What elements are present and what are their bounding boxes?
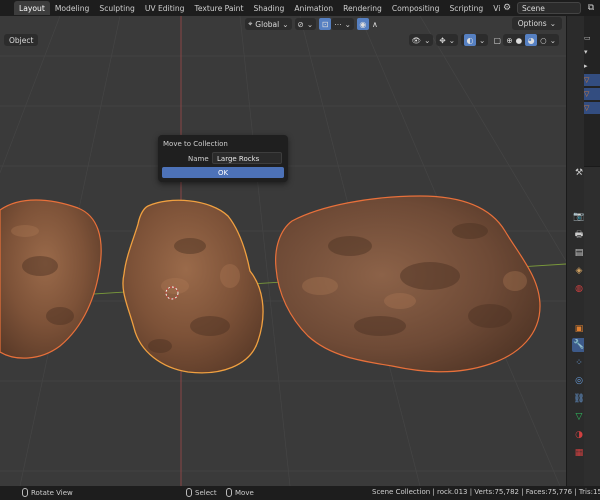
3d-viewport[interactable]: ⌖ Global ⌄ ⊘ ⌄ ⊡ ⋯ ⌄ ◉ ∧ Options ⌄ Objec… bbox=[0, 16, 566, 486]
tab-compositing[interactable]: Compositing bbox=[387, 1, 445, 15]
copy-icon[interactable]: ⧉ bbox=[584, 2, 598, 14]
chevron-down-icon: ⌄ bbox=[282, 19, 289, 29]
transform-orientation-dropdown[interactable]: ⌖ Global ⌄ bbox=[245, 18, 292, 30]
properties-panel bbox=[584, 166, 600, 486]
rendered-shading-icon[interactable]: ○ bbox=[540, 36, 547, 45]
tool-settings-bar: ⌖ Global ⌄ ⊘ ⌄ ⊡ ⋯ ⌄ ◉ ∧ bbox=[0, 16, 566, 32]
outliner-row[interactable]: ▾ bbox=[584, 46, 600, 58]
chevron-down-icon: ⌄ bbox=[549, 19, 556, 28]
rock-left[interactable] bbox=[0, 199, 102, 359]
proportional-edit-toggle[interactable]: ◉ bbox=[356, 18, 369, 30]
xray-toggle[interactable]: ▢ bbox=[491, 34, 503, 46]
tab-scripting[interactable]: Scripting bbox=[444, 1, 488, 15]
scene-statistics: Scene Collection | rock.013 | Verts:75,7… bbox=[372, 488, 600, 496]
scene-selector: ⚙ Scene ⧉ bbox=[500, 0, 600, 16]
status-rotate-view: Rotate View bbox=[22, 488, 73, 497]
move-to-collection-dialog: Move to Collection Name Large Rocks OK bbox=[158, 135, 288, 182]
chevron-down-icon: ⌄ bbox=[448, 35, 456, 45]
status-move: Move bbox=[226, 488, 254, 497]
outliner-row-selected[interactable]: ▽ bbox=[584, 102, 600, 114]
viewport-scene bbox=[0, 16, 566, 486]
tab-texture-paint[interactable]: Texture Paint bbox=[189, 1, 248, 15]
workspace-tabs: Layout Modeling Sculpting UV Editing Texture… bbox=[0, 0, 548, 16]
snap-target-icon: ⋯ bbox=[334, 19, 342, 29]
outliner-panel: ▭ ▾ ▸ ▽ ▽ ▽ bbox=[584, 16, 600, 166]
tab-layout[interactable]: Layout bbox=[14, 1, 50, 15]
rotate-view-label: Rotate View bbox=[31, 488, 73, 497]
chevron-down-icon: ⌄ bbox=[424, 35, 431, 45]
visibility-dropdown[interactable]: 👁 ⌄ bbox=[408, 34, 434, 46]
orientation-label: Global bbox=[255, 19, 280, 29]
snap-target-dropdown[interactable]: ⋯ ⌄ bbox=[331, 18, 354, 30]
snap-toggle[interactable]: ⊡ bbox=[319, 18, 332, 30]
tab-uv-editing[interactable]: UV Editing bbox=[140, 1, 190, 15]
options-label: Options bbox=[517, 19, 547, 28]
select-label: Select bbox=[195, 488, 217, 497]
wireframe-shading-icon[interactable]: ⊕ bbox=[506, 36, 512, 45]
viewport-header: 👁 ⌄ ✥ ⌄ ◐ ⌄ ▢ ⊕ ● ◕ ○ ⌄ bbox=[0, 32, 566, 48]
scene-icon[interactable]: ⚙ bbox=[500, 2, 514, 14]
outliner-row-scene-collection[interactable]: ▭ bbox=[584, 32, 600, 44]
chevron-down-icon: ⌄ bbox=[306, 19, 314, 29]
eye-icon: 👁 bbox=[411, 35, 422, 45]
status-select: Select bbox=[186, 488, 217, 497]
chevron-down-icon: ⌄ bbox=[344, 19, 351, 29]
chevron-down-icon: ⌄ bbox=[549, 35, 556, 45]
orientation-icon: ⌖ bbox=[248, 19, 253, 28]
gizmo-icon: ✥ bbox=[439, 35, 446, 45]
overlays-dropdown[interactable]: ◐ ⌄ bbox=[461, 34, 489, 46]
options-dropdown[interactable]: Options ⌄ bbox=[511, 17, 562, 30]
tab-sculpting[interactable]: Sculpting bbox=[94, 1, 139, 15]
tab-rendering[interactable]: Rendering bbox=[338, 1, 387, 15]
outliner-row-selected[interactable]: ▽ bbox=[584, 88, 600, 100]
rock-middle[interactable] bbox=[122, 199, 264, 374]
move-label: Move bbox=[235, 488, 254, 497]
workspace-bar: Layout Modeling Sculpting UV Editing Texture… bbox=[0, 0, 600, 16]
tab-modeling[interactable]: Modeling bbox=[50, 1, 95, 15]
scene-name-field[interactable]: Scene bbox=[517, 2, 581, 14]
gizmo-dropdown[interactable]: ✥ ⌄ bbox=[436, 34, 459, 46]
chevron-down-icon: ⌄ bbox=[479, 35, 486, 45]
collection-name-input[interactable]: Large Rocks bbox=[212, 152, 282, 164]
middle-mouse-icon bbox=[22, 488, 28, 497]
outliner-row-selected[interactable]: ▽ bbox=[584, 74, 600, 86]
name-label: Name bbox=[188, 155, 209, 163]
outliner-row[interactable]: ▸ bbox=[584, 60, 600, 72]
right-mouse-icon bbox=[226, 488, 232, 497]
pivot-dropdown[interactable]: ⊘ ⌄ bbox=[294, 18, 317, 30]
falloff-curve-icon[interactable]: ∧ bbox=[369, 18, 381, 30]
dialog-title: Move to Collection bbox=[163, 140, 228, 148]
pivot-icon: ⊘ bbox=[297, 19, 304, 29]
ok-button[interactable]: OK bbox=[162, 167, 284, 178]
solid-shading-icon[interactable]: ● bbox=[516, 36, 523, 45]
overlays-icon: ◐ bbox=[464, 34, 477, 46]
material-shading-icon[interactable]: ◕ bbox=[525, 34, 538, 46]
status-bar: Rotate View Select Move Scene Collection… bbox=[0, 486, 600, 500]
tab-shading[interactable]: Shading bbox=[248, 1, 289, 15]
shading-modes[interactable]: ⊕ ● ◕ ○ ⌄ bbox=[503, 34, 559, 46]
left-mouse-icon bbox=[186, 488, 192, 497]
tab-animation[interactable]: Animation bbox=[289, 1, 338, 15]
